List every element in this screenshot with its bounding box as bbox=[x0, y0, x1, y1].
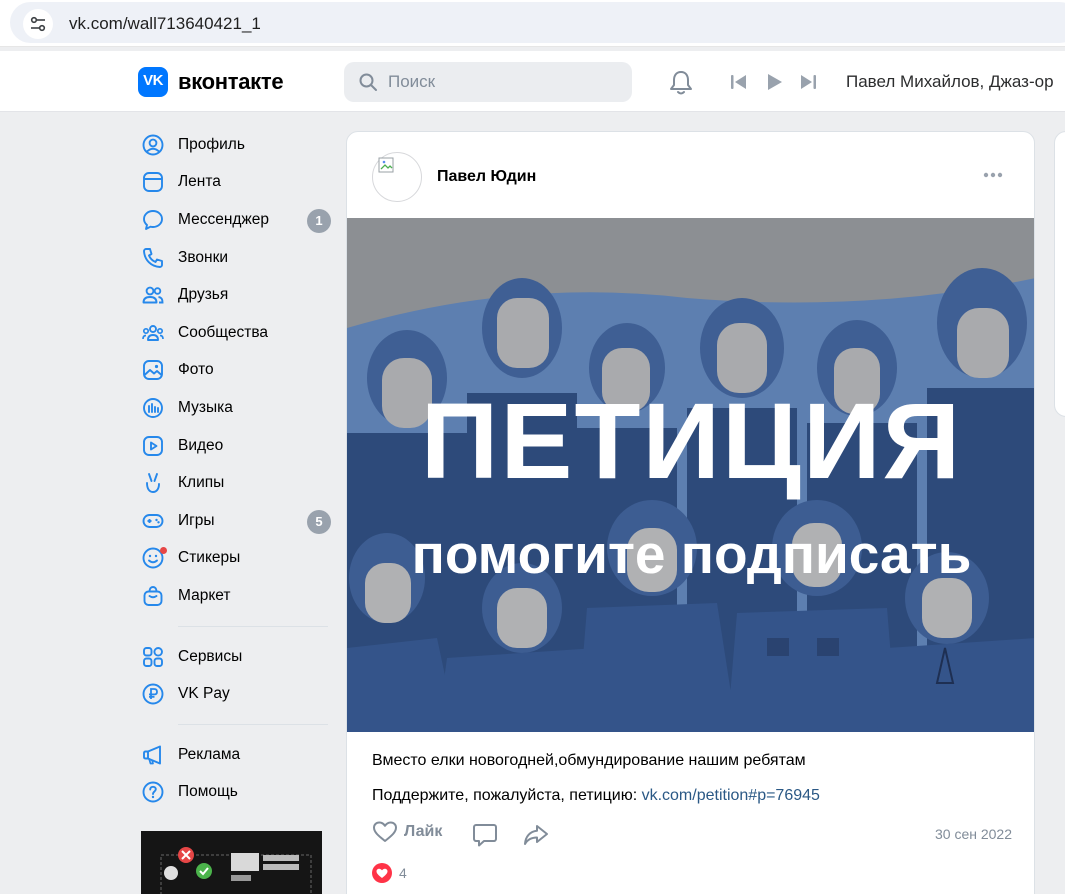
promo-banner[interactable] bbox=[141, 831, 322, 894]
more-options-icon[interactable] bbox=[983, 172, 1003, 178]
post-image[interactable]: ПЕТИЦИЯ помогите подписать bbox=[347, 218, 1034, 732]
user-circle-icon bbox=[140, 132, 166, 158]
sidebar-divider bbox=[178, 723, 328, 725]
left-sidebar: Профиль Лента Мессенджер 1 Звонки Друзья… bbox=[140, 126, 332, 811]
help-icon bbox=[140, 779, 166, 805]
unread-count-badge: 1 bbox=[307, 209, 331, 234]
url-field[interactable]: vk.com/wall713640421_1 bbox=[10, 2, 1065, 43]
sidebar-item-label: VK Pay bbox=[178, 685, 230, 703]
megaphone-icon bbox=[140, 742, 166, 768]
url-text: vk.com/wall713640421_1 bbox=[69, 14, 261, 33]
likes-count: 4 bbox=[399, 865, 407, 881]
sidebar-item-label: Игры bbox=[178, 511, 215, 529]
post-text-petition: Поддержите, пожалуйста, петицию: vk.com/… bbox=[372, 787, 820, 805]
sidebar-item-vk-pay[interactable]: VK Pay bbox=[140, 675, 332, 713]
broken-image-icon bbox=[378, 157, 394, 173]
sidebar-item-help[interactable]: Помощь bbox=[140, 774, 332, 812]
petition-title: ПЕТИЦИЯ bbox=[420, 380, 963, 501]
sidebar-item-market[interactable]: Маркет bbox=[140, 577, 332, 615]
sidebar-item-services[interactable]: Сервисы bbox=[140, 638, 332, 676]
friends-icon bbox=[140, 282, 166, 308]
sidebar-item-label: Стикеры bbox=[178, 549, 241, 567]
post-text-prefix: Поддержите, пожалуйста, петицию: bbox=[372, 787, 642, 804]
music-icon bbox=[140, 395, 166, 421]
gamepad-icon bbox=[140, 508, 166, 534]
like-reaction-icon bbox=[372, 863, 392, 883]
groups-icon bbox=[140, 320, 166, 346]
sidebar-item-music[interactable]: Музыка bbox=[140, 389, 332, 427]
sidebar-item-friends[interactable]: Друзья bbox=[140, 276, 332, 314]
like-label: Лайк bbox=[404, 823, 443, 840]
share-icon[interactable] bbox=[522, 822, 550, 848]
search-icon bbox=[359, 73, 377, 91]
newsfeed-icon bbox=[140, 169, 166, 195]
services-grid-icon bbox=[140, 644, 166, 670]
sidebar-item-ads[interactable]: Реклама bbox=[140, 736, 332, 774]
new-indicator-dot bbox=[160, 547, 167, 555]
sidebar-item-label: Клипы bbox=[178, 474, 225, 492]
search-box[interactable] bbox=[344, 62, 632, 102]
sidebar-item-profile[interactable]: Профиль bbox=[140, 126, 332, 164]
browser-address-bar: vk.com/wall713640421_1 bbox=[0, 0, 1065, 47]
like-button[interactable]: Лайк bbox=[372, 820, 442, 844]
likes-summary[interactable]: 4 bbox=[372, 863, 407, 883]
sidebar-item-label: Мессенджер bbox=[178, 210, 270, 228]
search-input[interactable] bbox=[388, 70, 618, 94]
author-avatar[interactable] bbox=[372, 152, 422, 202]
wall-post: Павел Юдин ПЕТИЦИЯ помогите подписать Вм… bbox=[346, 131, 1035, 894]
sidebar-item-label: Друзья bbox=[178, 286, 229, 304]
sidebar-item-video[interactable]: Видео bbox=[140, 427, 332, 465]
video-icon bbox=[140, 433, 166, 459]
sidebar-item-label: Сервисы bbox=[178, 647, 243, 665]
sidebar-item-label: Лента bbox=[178, 173, 221, 191]
petition-link[interactable]: vk.com/petition#p=76945 bbox=[642, 787, 820, 804]
right-side-card bbox=[1054, 131, 1065, 417]
sidebar-item-label: Реклама bbox=[178, 745, 241, 763]
sidebar-item-label: Музыка bbox=[178, 398, 233, 416]
sidebar-item-label: Сообщества bbox=[178, 323, 269, 341]
previous-track-icon[interactable] bbox=[730, 74, 747, 90]
sidebar-divider bbox=[178, 625, 328, 627]
vk-logo[interactable]: VK вконтакте bbox=[138, 67, 284, 97]
ruble-icon bbox=[140, 681, 166, 707]
sidebar-item-label: Профиль bbox=[178, 135, 245, 153]
now-playing-track[interactable]: Павел Михайлов, Джаз-ор bbox=[846, 72, 1054, 92]
sidebar-item-label: Звонки bbox=[178, 248, 229, 266]
smile-icon bbox=[140, 545, 167, 571]
sidebar-item-label: Маркет bbox=[178, 586, 231, 604]
sidebar-item-messenger[interactable]: Мессенджер 1 bbox=[140, 201, 332, 239]
petition-subtitle: помогите подписать bbox=[411, 523, 972, 585]
phone-icon bbox=[140, 245, 166, 271]
sidebar-item-games[interactable]: Игры 5 bbox=[140, 502, 332, 540]
vk-logo-text: вконтакте bbox=[178, 69, 284, 94]
market-bag-icon bbox=[140, 583, 166, 609]
bell-icon[interactable] bbox=[668, 69, 694, 97]
sidebar-item-label: Видео bbox=[178, 436, 224, 454]
sidebar-item-stickers[interactable]: Стикеры bbox=[140, 540, 332, 578]
clips-icon bbox=[140, 470, 166, 496]
post-date[interactable]: 30 сен 2022 bbox=[935, 826, 1012, 842]
heart-icon bbox=[373, 821, 397, 842]
site-settings-icon[interactable] bbox=[23, 9, 53, 39]
sidebar-item-communities[interactable]: Сообщества bbox=[140, 314, 332, 352]
play-icon[interactable] bbox=[767, 73, 783, 91]
post-actions: Лайк 30 сен 2022 bbox=[372, 820, 1012, 850]
comment-icon[interactable] bbox=[472, 822, 498, 848]
post-author-name[interactable]: Павел Юдин bbox=[437, 168, 536, 186]
vk-header: VK вконтакте Павел Михайлов, Джаз-ор bbox=[0, 51, 1065, 112]
sidebar-item-label: Фото bbox=[178, 361, 214, 379]
sidebar-item-clips[interactable]: Клипы bbox=[140, 464, 332, 502]
sidebar-item-feed[interactable]: Лента bbox=[140, 164, 332, 202]
post-text: Вместо елки новогодней,обмундирование на… bbox=[372, 752, 806, 769]
games-count-badge: 5 bbox=[307, 509, 331, 534]
next-track-icon[interactable] bbox=[800, 74, 817, 90]
sidebar-item-calls[interactable]: Звонки bbox=[140, 239, 332, 277]
vk-logo-icon: VK bbox=[138, 67, 168, 97]
sidebar-item-photos[interactable]: Фото bbox=[140, 352, 332, 390]
message-icon bbox=[140, 207, 166, 233]
sidebar-item-label: Помощь bbox=[178, 783, 238, 801]
photo-icon bbox=[140, 357, 166, 383]
